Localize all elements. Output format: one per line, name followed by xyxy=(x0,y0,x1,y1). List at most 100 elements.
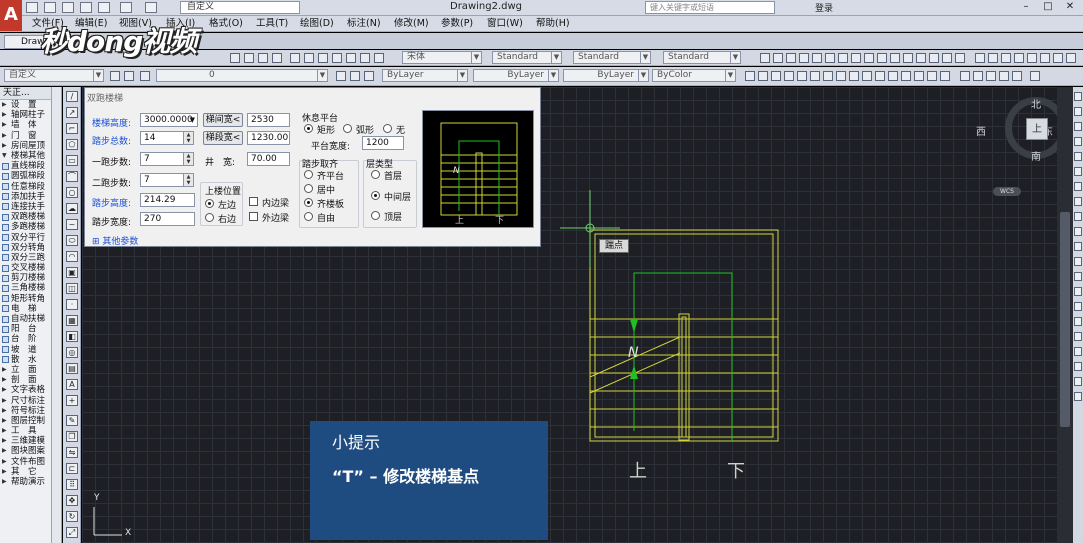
offset-icon[interactable]: ⊏ xyxy=(66,463,78,474)
menu-item-axis[interactable]: ▶ 轴网柱子 xyxy=(0,110,51,120)
run2-steps-input[interactable]: 7 xyxy=(140,173,184,187)
rotate-icon[interactable]: ↻ xyxy=(66,511,78,522)
snap-nearest-icon[interactable] xyxy=(929,53,939,63)
view-front-icon[interactable] xyxy=(973,71,983,81)
mtext-icon[interactable]: A xyxy=(66,379,78,390)
layer-select[interactable]: 0 ▼ xyxy=(156,69,328,82)
up-right-radio[interactable] xyxy=(205,213,214,222)
snap-parallel-icon[interactable] xyxy=(890,53,900,63)
polyline-icon[interactable]: ⌐ xyxy=(66,123,78,134)
panel-header[interactable]: 天正... xyxy=(0,87,51,100)
stair-height-input[interactable]: 3000.0000 ▼ xyxy=(140,113,198,127)
tool-icon[interactable] xyxy=(1074,197,1082,206)
tool-icon[interactable] xyxy=(1074,122,1082,131)
menu-item-elevation[interactable]: ▶ 立 面 xyxy=(0,365,51,375)
ellipse-icon[interactable]: ⬭ xyxy=(66,235,78,246)
snap-insert-icon[interactable] xyxy=(903,53,913,63)
markup-icon[interactable] xyxy=(346,53,356,63)
run1-steps-input[interactable]: 7 xyxy=(140,152,184,166)
menu-item-double-run[interactable]: 双跑楼梯 xyxy=(0,212,51,222)
snap-none-icon[interactable] xyxy=(942,53,952,63)
zoom-icon[interactable] xyxy=(244,53,254,63)
snap-intersection-icon[interactable] xyxy=(799,53,809,63)
tool-icon[interactable] xyxy=(1074,107,1082,116)
minimize-button[interactable]: – xyxy=(1015,0,1037,15)
text-style-select[interactable]: 宋体 ▼ xyxy=(402,51,482,64)
menu-help[interactable]: 帮助(H) xyxy=(536,17,570,31)
layer-previous-icon[interactable] xyxy=(350,71,360,81)
zoom-previous-icon[interactable] xyxy=(272,53,282,63)
tool-icon[interactable] xyxy=(1074,227,1082,236)
snap-settings-icon[interactable] xyxy=(955,53,965,63)
menu-tools[interactable]: 工具(T) xyxy=(256,17,288,31)
menu-item-balcony[interactable]: 阳 台 xyxy=(0,324,51,334)
tool-icon[interactable] xyxy=(1074,212,1082,221)
menu-item-tools[interactable]: ▶ 工 具 xyxy=(0,426,51,436)
plotstyle-select[interactable]: ByColor ▼ xyxy=(652,69,736,82)
tread-width-input[interactable]: 270 xyxy=(140,212,195,226)
snap-node-icon[interactable] xyxy=(916,53,926,63)
dim-arc-icon[interactable] xyxy=(1001,53,1011,63)
run-width-input[interactable]: 1230.00 xyxy=(247,131,290,145)
menu-item-cross[interactable]: 交叉楼梯 xyxy=(0,263,51,273)
menu-item-elevator[interactable]: 电 梯 xyxy=(0,304,51,314)
menu-item-straight-run[interactable]: 直线梯段 xyxy=(0,161,51,171)
table-icon[interactable]: ▤ xyxy=(66,363,78,374)
close-button[interactable]: ✕ xyxy=(1059,0,1081,15)
landing-none-radio[interactable] xyxy=(383,124,392,133)
align-center-radio[interactable] xyxy=(304,184,313,193)
tool-icon[interactable] xyxy=(1074,137,1082,146)
move-icon[interactable]: ✥ xyxy=(66,495,78,506)
linetype-select[interactable]: ByLayer ▼ xyxy=(473,69,559,82)
gear-icon[interactable] xyxy=(110,71,120,81)
gradient-icon[interactable]: ◧ xyxy=(66,331,78,342)
tool-icon[interactable] xyxy=(1074,362,1082,371)
menu-item-apron[interactable]: 散 水 xyxy=(0,355,51,365)
compass-north[interactable]: 北 xyxy=(1031,96,1041,111)
modify-break-icon[interactable] xyxy=(888,71,898,81)
modify-scale-icon[interactable] xyxy=(836,71,846,81)
modify-chamfer-icon[interactable] xyxy=(914,71,924,81)
outer-beam-checkbox[interactable] xyxy=(249,212,258,221)
dim-angular-icon[interactable] xyxy=(1053,53,1063,63)
landing-arc-radio[interactable] xyxy=(343,124,352,133)
lineweight-select[interactable]: ByLayer ▼ xyxy=(563,69,649,82)
dim-diameter-icon[interactable] xyxy=(1040,53,1050,63)
hatch-icon[interactable]: ▦ xyxy=(66,315,78,326)
zoom-window-icon[interactable] xyxy=(258,53,268,63)
help-icon[interactable] xyxy=(374,53,384,63)
landing-rect-radio[interactable] xyxy=(304,124,313,133)
menu-item-arc-run[interactable]: 圆弧梯段 xyxy=(0,171,51,181)
inner-beam-checkbox[interactable] xyxy=(249,197,258,206)
landing-width-input[interactable]: 1200 xyxy=(362,136,404,150)
run1-steps-spinner[interactable]: ▲ ▼ xyxy=(183,152,194,166)
menu-item-3d[interactable]: ▶ 三维建模 xyxy=(0,436,51,446)
well-width-button[interactable]: 梯间宽< xyxy=(203,113,243,127)
menu-item-other[interactable]: ▶ 其 它 xyxy=(0,467,51,477)
menu-item-text-table[interactable]: ▶ 文字表格 xyxy=(0,385,51,395)
modify-extend-icon[interactable] xyxy=(875,71,885,81)
menu-item-blocks[interactable]: ▶ 图块图案 xyxy=(0,446,51,456)
menu-item-ramp[interactable]: 坡 道 xyxy=(0,345,51,355)
wcs-menu[interactable]: WCS xyxy=(993,187,1021,196)
viewcube-top[interactable]: 上 xyxy=(1026,118,1048,140)
modify-move-icon[interactable] xyxy=(810,71,820,81)
gap-width-input[interactable]: 70.00 xyxy=(247,152,290,166)
modify-stretch-icon[interactable] xyxy=(849,71,859,81)
open-icon[interactable] xyxy=(44,2,56,13)
visual-style-icon[interactable] xyxy=(1012,71,1022,81)
tool-icon[interactable] xyxy=(1074,287,1082,296)
redo-icon[interactable] xyxy=(145,2,157,13)
mirror-icon[interactable]: ⇋ xyxy=(66,447,78,458)
menu-item-multi-run[interactable]: 多跑楼梯 xyxy=(0,222,51,232)
tool-icon[interactable] xyxy=(1074,242,1082,251)
properties-icon[interactable] xyxy=(290,53,300,63)
menu-draw[interactable]: 绘图(D) xyxy=(300,17,334,31)
riser-height-input[interactable]: 214.29 xyxy=(140,193,195,207)
menu-item-any-run[interactable]: 任意梯段 xyxy=(0,182,51,192)
array-icon[interactable]: ⠿ xyxy=(66,479,78,490)
polygon-icon[interactable]: ⬠ xyxy=(66,139,78,150)
floor-middle-radio[interactable] xyxy=(371,191,380,200)
menu-item-settings[interactable]: ▶ 设 置 xyxy=(0,100,51,110)
menu-item-room[interactable]: ▶ 房间屋顶 xyxy=(0,141,51,151)
